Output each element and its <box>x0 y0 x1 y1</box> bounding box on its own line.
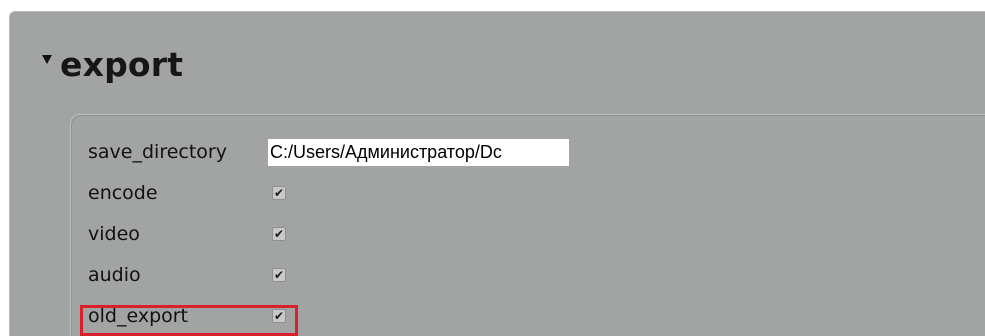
save-directory-input[interactable] <box>268 138 569 166</box>
export-settings-panel: save_directory encode ✔ video ✔ audio ✔ … <box>70 114 985 336</box>
export-section-header[interactable]: export <box>42 42 183 86</box>
checkmark-icon: ✔ <box>273 268 285 282</box>
audio-row: audio ✔ <box>88 257 286 293</box>
video-checkbox[interactable]: ✔ <box>272 227 286 241</box>
checkmark-icon: ✔ <box>273 186 285 200</box>
audio-label: audio <box>88 264 141 286</box>
video-label: video <box>88 223 140 245</box>
checkmark-icon: ✔ <box>273 227 285 241</box>
encode-label: encode <box>88 182 158 204</box>
save-directory-row: save_directory <box>88 134 569 170</box>
save-directory-label: save_directory <box>88 141 227 163</box>
triangle-down-icon[interactable] <box>42 54 52 64</box>
video-row: video ✔ <box>88 216 286 252</box>
old-export-row: old_export ✔ <box>88 298 286 334</box>
old-export-checkbox[interactable]: ✔ <box>272 309 286 323</box>
audio-checkbox[interactable]: ✔ <box>272 268 286 282</box>
encode-row: encode ✔ <box>88 175 286 211</box>
section-title: export <box>60 44 184 84</box>
old-export-label: old_export <box>88 305 189 327</box>
checkmark-icon: ✔ <box>273 309 285 323</box>
encode-checkbox[interactable]: ✔ <box>272 186 286 200</box>
